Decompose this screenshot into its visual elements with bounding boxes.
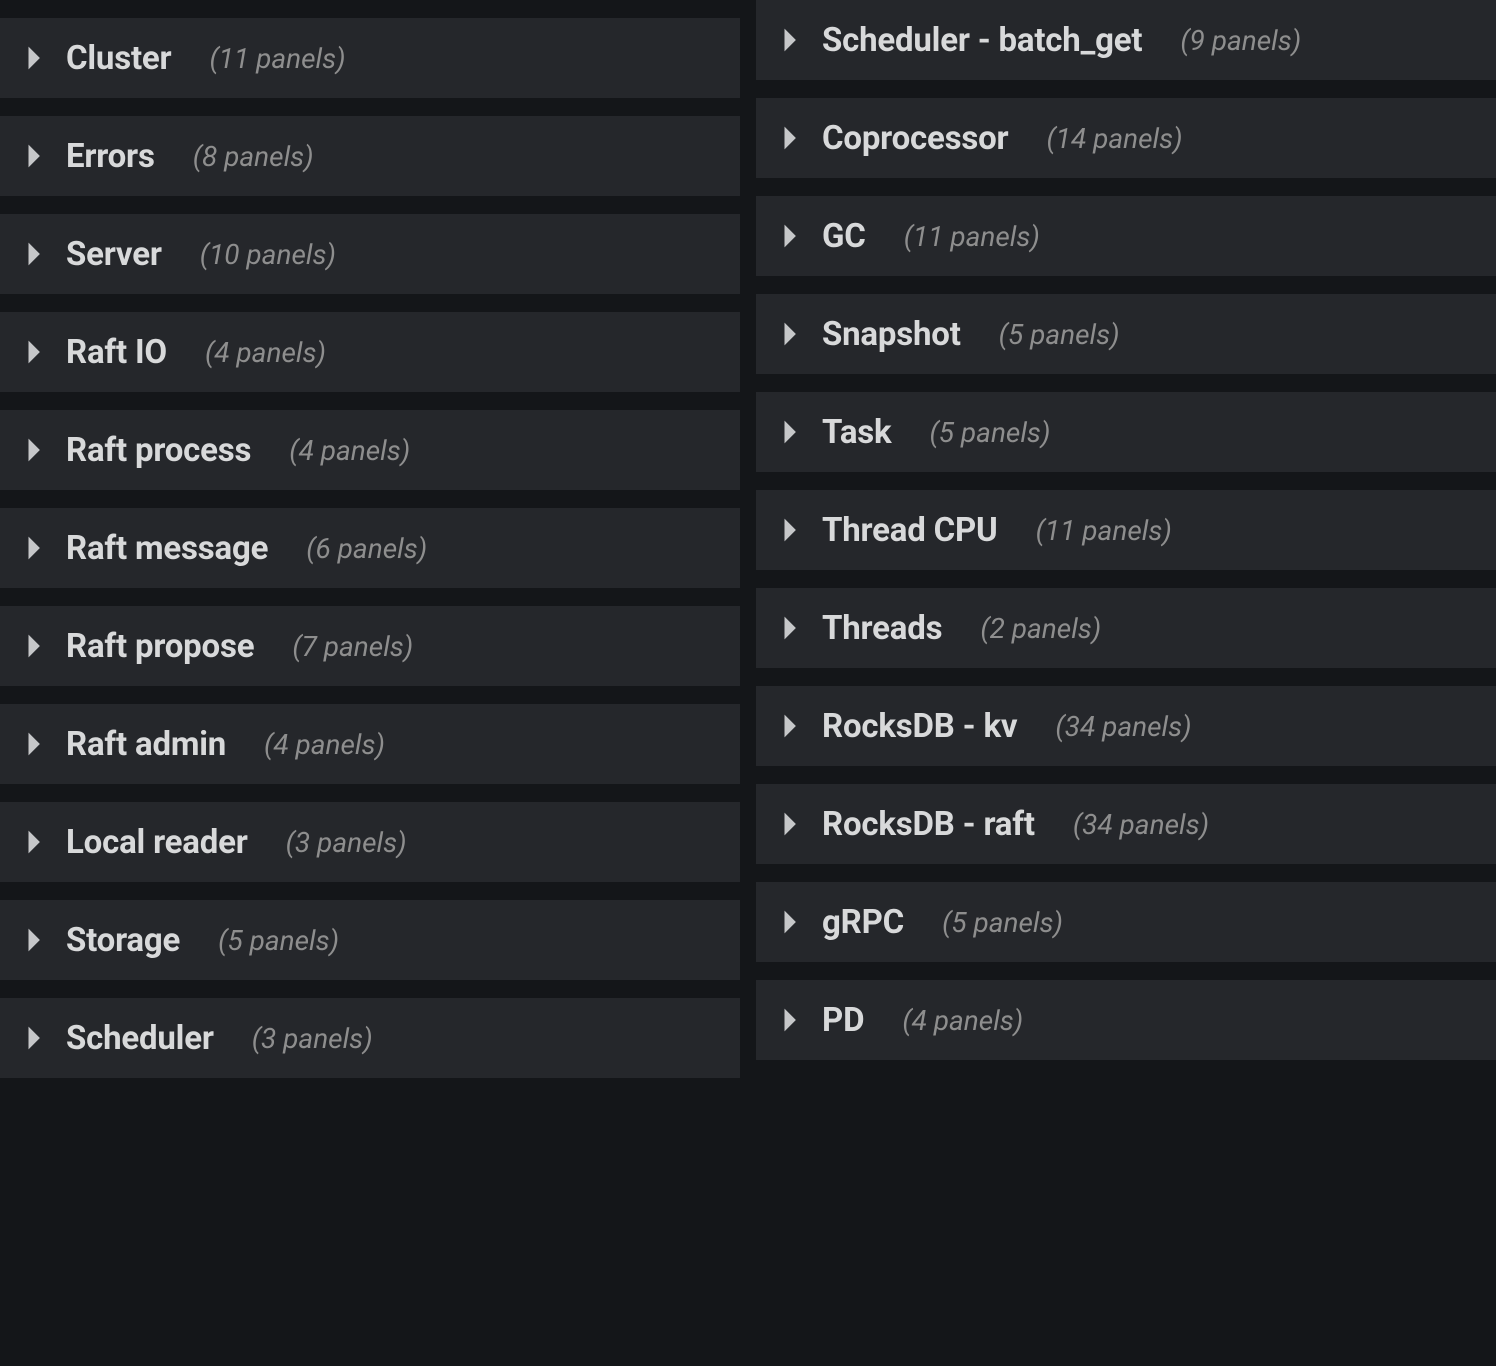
row-coprocessor[interactable]: Coprocessor (14 panels): [756, 98, 1496, 178]
row-meta: (2 panels): [980, 612, 1101, 645]
chevron-right-icon: [782, 713, 800, 739]
chevron-right-icon: [782, 223, 800, 249]
row-meta: (11 panels): [209, 42, 345, 75]
row-raft-admin[interactable]: Raft admin (4 panels): [0, 704, 740, 784]
row-title: Local reader: [66, 823, 248, 862]
chevron-right-icon: [26, 731, 44, 757]
row-title: Snapshot: [822, 315, 961, 354]
chevron-right-icon: [782, 615, 800, 641]
row-meta: (11 panels): [1036, 514, 1172, 547]
row-grpc[interactable]: gRPC (5 panels): [756, 882, 1496, 962]
row-meta: (5 panels): [942, 906, 1063, 939]
row-pd[interactable]: PD (4 panels): [756, 980, 1496, 1060]
row-raft-process[interactable]: Raft process (4 panels): [0, 410, 740, 490]
chevron-right-icon: [26, 143, 44, 169]
row-title: Server: [66, 235, 162, 274]
row-raft-propose[interactable]: Raft propose (7 panels): [0, 606, 740, 686]
row-gc[interactable]: GC (11 panels): [756, 196, 1496, 276]
chevron-right-icon: [26, 927, 44, 953]
row-local-reader[interactable]: Local reader (3 panels): [0, 802, 740, 882]
row-meta: (4 panels): [289, 434, 410, 467]
row-storage[interactable]: Storage (5 panels): [0, 900, 740, 980]
row-meta: (14 panels): [1046, 122, 1182, 155]
row-title: Raft process: [66, 431, 251, 470]
row-meta: (6 panels): [306, 532, 427, 565]
row-title: Scheduler: [66, 1019, 214, 1058]
chevron-right-icon: [26, 535, 44, 561]
row-title: GC: [822, 217, 866, 256]
row-title: gRPC: [822, 903, 904, 942]
row-server[interactable]: Server (10 panels): [0, 214, 740, 294]
row-scheduler-batch-get[interactable]: Scheduler - batch_get (9 panels): [756, 0, 1496, 80]
row-meta: (7 panels): [292, 630, 413, 663]
row-meta: (3 panels): [286, 826, 407, 859]
row-title: Thread CPU: [822, 511, 998, 550]
row-thread-cpu[interactable]: Thread CPU (11 panels): [756, 490, 1496, 570]
chevron-right-icon: [782, 517, 800, 543]
row-meta: (11 panels): [904, 220, 1040, 253]
row-title: Raft admin: [66, 725, 226, 764]
row-title: Raft propose: [66, 627, 254, 666]
chevron-right-icon: [782, 27, 800, 53]
row-threads[interactable]: Threads (2 panels): [756, 588, 1496, 668]
row-meta: (10 panels): [200, 238, 336, 271]
row-meta: (4 panels): [205, 336, 326, 369]
row-title: Cluster: [66, 39, 171, 78]
row-scheduler[interactable]: Scheduler (3 panels): [0, 998, 740, 1078]
chevron-right-icon: [26, 339, 44, 365]
row-meta: (4 panels): [264, 728, 385, 761]
row-meta: (3 panels): [252, 1022, 373, 1055]
row-raft-io[interactable]: Raft IO (4 panels): [0, 312, 740, 392]
chevron-right-icon: [26, 241, 44, 267]
row-errors[interactable]: Errors (8 panels): [0, 116, 740, 196]
row-title: Raft message: [66, 529, 268, 568]
row-title: Storage: [66, 921, 180, 960]
row-title: Scheduler - batch_get: [822, 21, 1142, 60]
row-meta: (34 panels): [1055, 710, 1191, 743]
dashboard-row-groups: Cluster (11 panels) Errors (8 panels) Se…: [0, 0, 1496, 1096]
row-rocksdb-raft[interactable]: RocksDB - raft (34 panels): [756, 784, 1496, 864]
chevron-right-icon: [782, 1007, 800, 1033]
row-meta: (5 panels): [929, 416, 1050, 449]
row-title: PD: [822, 1001, 864, 1040]
chevron-right-icon: [782, 321, 800, 347]
row-meta: (34 panels): [1073, 808, 1209, 841]
chevron-right-icon: [782, 419, 800, 445]
chevron-right-icon: [26, 633, 44, 659]
chevron-right-icon: [26, 45, 44, 71]
row-meta: (9 panels): [1180, 24, 1301, 57]
chevron-right-icon: [26, 1025, 44, 1051]
row-meta: (4 panels): [902, 1004, 1023, 1037]
row-title: RocksDB - kv: [822, 707, 1017, 746]
chevron-right-icon: [26, 829, 44, 855]
row-snapshot[interactable]: Snapshot (5 panels): [756, 294, 1496, 374]
column-left: Cluster (11 panels) Errors (8 panels) Se…: [0, 0, 740, 1096]
row-cluster[interactable]: Cluster (11 panels): [0, 18, 740, 98]
row-title: Coprocessor: [822, 119, 1008, 158]
chevron-right-icon: [782, 125, 800, 151]
row-meta: (5 panels): [218, 924, 339, 957]
row-meta: (5 panels): [999, 318, 1120, 351]
row-task[interactable]: Task (5 panels): [756, 392, 1496, 472]
chevron-right-icon: [26, 437, 44, 463]
chevron-right-icon: [782, 909, 800, 935]
row-title: Raft IO: [66, 333, 167, 372]
column-right: Scheduler - batch_get (9 panels) Coproce…: [756, 0, 1496, 1096]
row-title: Task: [822, 413, 891, 452]
row-title: Threads: [822, 609, 942, 648]
chevron-right-icon: [782, 811, 800, 837]
row-title: RocksDB - raft: [822, 805, 1035, 844]
row-meta: (8 panels): [193, 140, 314, 173]
row-raft-message[interactable]: Raft message (6 panels): [0, 508, 740, 588]
row-title: Errors: [66, 137, 155, 176]
row-rocksdb-kv[interactable]: RocksDB - kv (34 panels): [756, 686, 1496, 766]
